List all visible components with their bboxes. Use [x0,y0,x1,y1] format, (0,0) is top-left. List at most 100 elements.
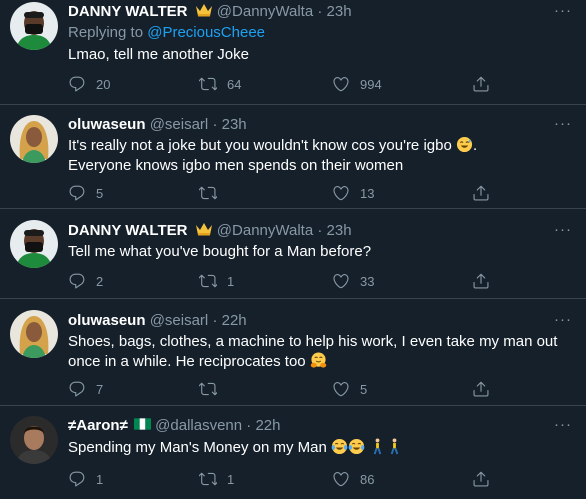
share-button[interactable] [472,74,490,94]
separator-dot: · [212,116,218,133]
reply-button[interactable]: 1 [68,469,103,489]
like-count: 994 [360,76,382,92]
reply-button[interactable]: 2 [68,271,103,291]
reply-button[interactable]: 20 [68,74,110,94]
retweet-button[interactable]: 64 [199,74,241,94]
reply-button[interactable]: 5 [68,183,103,203]
avatar-aaron[interactable] [10,416,58,464]
timestamp[interactable]: 23h [327,222,352,239]
retweet-button[interactable]: 1 [199,271,234,291]
tweet-text: Lmao, tell me another Joke [68,46,249,63]
timestamp[interactable]: 23h [222,116,247,133]
tweet-3[interactable]: DANNY WALTER @DannyWalta · 23h ··· Tell … [0,209,586,299]
timestamp[interactable]: 22h [255,417,280,434]
user-handle[interactable]: @DannyWalta [217,3,313,20]
reply-count: 2 [96,273,104,289]
share-button[interactable] [472,469,490,489]
tweet-actions: 2 1 33 [68,271,508,291]
like-icon [332,380,350,398]
display-name[interactable]: DANNY WALTER [68,222,187,239]
tweet-text-line-2: Everyone knows igbo men spends on their … [68,157,404,174]
reply-count: 1 [96,471,104,487]
tweet-text-line-1: Spending my Man's Money on my Man [68,439,327,456]
reply-icon [68,75,86,93]
like-button[interactable]: 5 [332,379,367,399]
display-name[interactable]: ≠Aaron≠ [68,417,128,434]
like-icon [332,75,350,93]
like-count: 5 [360,381,368,397]
retweet-icon [199,272,217,290]
sweat-smile-emoji [456,136,473,153]
like-button[interactable]: 13 [332,183,374,203]
retweet-icon [199,470,217,488]
more-icon[interactable]: ··· [554,115,572,132]
retweet-count: 64 [227,76,242,92]
reply-count: 5 [96,185,104,201]
like-icon [332,184,350,202]
like-button[interactable]: 86 [332,469,374,489]
walking-man-emoji [390,438,399,455]
display-name[interactable]: DANNY WALTER [68,3,187,20]
share-icon [472,380,490,398]
share-button[interactable] [472,271,490,291]
retweet-button[interactable] [199,379,227,399]
period: . [472,137,478,154]
more-icon[interactable]: ··· [554,311,572,328]
separator-dot: · [317,222,323,239]
tears-of-joy-emoji [348,438,365,455]
tweet-header: oluwaseun @seisarl · 23h [68,115,247,135]
tweet-header: DANNY WALTER @DannyWalta · 23h [68,221,352,241]
reply-icon [68,380,86,398]
like-button[interactable]: 33 [332,271,374,291]
tweet-2[interactable]: oluwaseun @seisarl · 23h ··· It's really… [0,105,586,205]
reply-icon [68,184,86,202]
user-handle[interactable]: @DannyWalta [217,222,313,239]
tweet-1[interactable]: DANNY WALTER @DannyWalta · 23h ··· Reply… [0,0,586,96]
more-icon[interactable]: ··· [554,221,572,238]
timestamp[interactable]: 23h [327,3,352,20]
like-count: 13 [360,185,375,201]
retweet-icon [199,75,217,93]
replying-to-handle-link[interactable]: @PreciousCheee [147,24,265,41]
avatar-oluwaseun[interactable] [10,115,58,163]
separator-dot: · [246,417,252,434]
share-button[interactable] [472,183,490,203]
display-name[interactable]: oluwaseun [68,116,146,133]
retweet-button[interactable] [199,183,227,203]
more-icon[interactable]: ··· [554,2,572,19]
tweet-actions: 5 13 [68,183,508,203]
tweet-4[interactable]: oluwaseun @seisarl · 22h ··· Shoes, bags… [0,299,586,399]
display-name[interactable]: oluwaseun [68,312,146,329]
like-icon [332,470,350,488]
reply-count: 20 [96,76,111,92]
hugging-face-emoji [310,352,327,368]
like-count: 86 [360,471,375,487]
avatar-danny-walter[interactable] [10,2,58,50]
avatar-danny-walter[interactable] [10,220,58,268]
share-icon [472,75,490,93]
separator-dot: · [212,312,218,329]
tweet-header: oluwaseun @seisarl · 22h [68,311,247,331]
reply-button[interactable]: 7 [68,379,103,399]
like-icon [332,272,350,290]
share-button[interactable] [472,379,490,399]
timestamp[interactable]: 22h [222,312,247,329]
share-icon [472,470,490,488]
nigeria-flag-emoji [133,418,151,430]
more-icon[interactable]: ··· [554,416,572,433]
avatar-oluwaseun[interactable] [10,310,58,358]
retweet-button[interactable]: 1 [199,469,234,489]
retweet-count: 1 [227,273,235,289]
crown-emoji [195,4,212,17]
user-handle[interactable]: @dallasvenn [155,417,242,434]
user-handle[interactable]: @seisarl [150,116,209,133]
replying-to: Replying to @PreciousCheee [68,23,265,43]
tweet-5[interactable]: ≠Aaron≠ @dallasvenn · 22h ··· Spending m… [0,406,586,499]
reply-icon [68,470,86,488]
tears-of-joy-emoji [331,438,348,455]
retweet-icon [199,380,217,398]
tweet-actions: 20 64 994 [68,74,508,94]
user-handle[interactable]: @seisarl [150,312,209,329]
like-button[interactable]: 994 [332,74,382,94]
share-icon [472,272,490,290]
